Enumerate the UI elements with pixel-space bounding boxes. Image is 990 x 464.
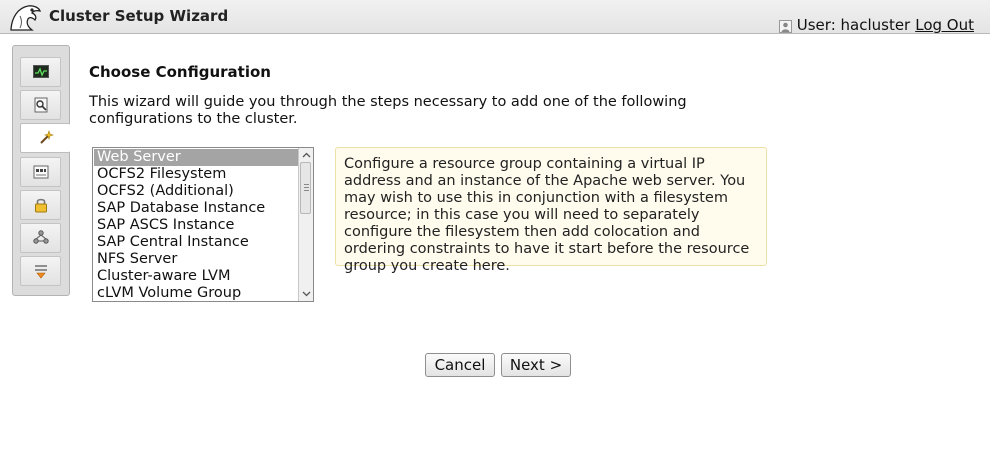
list-item[interactable]: cLVM Volume Group <box>94 285 300 301</box>
next-button[interactable]: Next > <box>501 353 571 377</box>
scroll-thumb[interactable] <box>300 162 311 214</box>
list-item[interactable]: OCFS2 Filesystem <box>94 166 300 183</box>
configuration-description: Configure a resource group containing a … <box>335 147 767 274</box>
configuration-listbox[interactable]: Web Server OCFS2 Filesystem OCFS2 (Additio… <box>92 147 314 302</box>
header-bar: Cluster Setup Wizard User: hacluster Log… <box>0 0 990 34</box>
list-item[interactable]: NFS Server <box>94 251 300 268</box>
sidebar-item-access-control[interactable] <box>20 190 61 220</box>
list-item[interactable]: Cluster-aware LVM <box>94 268 300 285</box>
config-view-icon <box>34 97 47 113</box>
tags-icon <box>33 165 48 179</box>
scroll-up-icon[interactable] <box>299 148 313 162</box>
history-icon <box>34 265 47 279</box>
sidebar-item-wizard[interactable] <box>20 123 70 153</box>
monitor-icon <box>32 65 49 78</box>
sidebar-item-tags[interactable] <box>20 157 61 187</box>
cancel-button[interactable]: Cancel <box>425 353 495 377</box>
list-item[interactable]: OCFS2 (Additional) <box>94 183 300 200</box>
user-icon <box>778 19 792 33</box>
list-item[interactable]: Web Server <box>94 149 300 166</box>
list-item[interactable]: SAP ASCS Instance <box>94 217 300 234</box>
list-item[interactable]: SAP Database Instance <box>94 200 300 217</box>
sidebar-toolbar <box>12 45 70 296</box>
app-title: Cluster Setup Wizard <box>49 7 229 25</box>
list-item[interactable]: SAP Central Instance <box>94 234 300 251</box>
sidebar-item-configuration[interactable] <box>20 90 61 120</box>
logout-link[interactable]: Log Out <box>915 16 974 34</box>
lock-icon <box>34 198 47 213</box>
nodes-icon <box>32 230 49 244</box>
page-title: Choose Configuration <box>89 63 271 81</box>
user-area: User: hacluster Log Out <box>778 16 974 34</box>
configuration-list: Web Server OCFS2 Filesystem OCFS2 (Additio… <box>94 149 300 301</box>
intro-text: This wizard will guide you through the s… <box>89 94 687 127</box>
list-scrollbar[interactable] <box>298 148 313 301</box>
geeko-logo-icon <box>10 5 41 31</box>
sidebar-item-monitor[interactable] <box>20 57 61 87</box>
sidebar-item-history[interactable] <box>20 256 61 286</box>
scroll-down-icon[interactable] <box>299 287 313 301</box>
user-label: User: hacluster <box>796 16 911 34</box>
wizard-wand-icon <box>39 130 54 144</box>
sidebar-item-simulator[interactable] <box>20 223 61 253</box>
